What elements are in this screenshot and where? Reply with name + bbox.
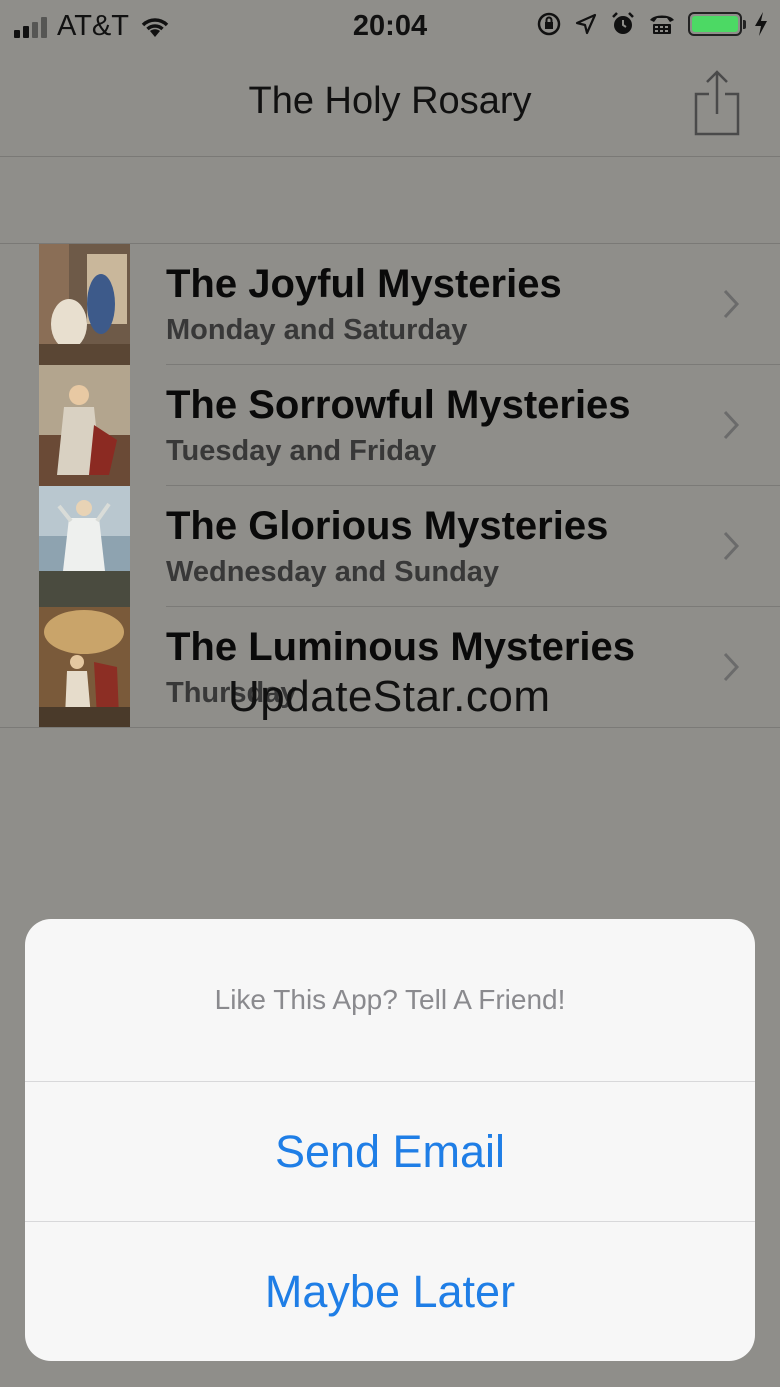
status-bar: AT&T 20:04 (0, 0, 780, 54)
watermark-text: UpdateStar.com (228, 672, 551, 721)
navigation-bar: The Holy Rosary (0, 54, 780, 157)
mystery-title: The Joyful Mysteries (166, 262, 562, 306)
mystery-days: Monday and Saturday (166, 314, 468, 346)
chevron-right-icon (723, 289, 740, 319)
orientation-lock-icon (537, 12, 561, 36)
sorrowful-mysteries-thumbnail (39, 365, 130, 486)
mystery-days: Tuesday and Friday (166, 435, 437, 467)
list-item-joyful[interactable]: The Joyful Mysteries Monday and Saturday (0, 244, 780, 365)
mystery-title: The Sorrowful Mysteries (166, 383, 631, 427)
mystery-days: Wednesday and Sunday (166, 556, 500, 588)
location-icon (575, 13, 597, 35)
action-sheet: Like This App? Tell A Friend! Send Email… (25, 919, 755, 1361)
luminous-mysteries-thumbnail (39, 607, 130, 728)
mystery-title: The Glorious Mysteries (166, 504, 609, 548)
charging-icon (755, 12, 767, 36)
tty-icon (650, 15, 674, 34)
joyful-mysteries-thumbnail (39, 244, 130, 365)
share-icon[interactable] (690, 68, 744, 138)
action-sheet-message: Like This App? Tell A Friend! (25, 919, 755, 1082)
battery-fill (692, 16, 738, 32)
alarm-icon (612, 12, 634, 34)
battery-icon (688, 12, 746, 36)
chevron-right-icon (723, 652, 740, 682)
row-separator (0, 727, 780, 728)
list-item-sorrowful[interactable]: The Sorrowful Mysteries Tuesday and Frid… (0, 365, 780, 486)
chevron-right-icon (723, 410, 740, 440)
list-item-glorious[interactable]: The Glorious Mysteries Wednesday and Sun… (0, 486, 780, 607)
status-right (536, 11, 768, 37)
glorious-mysteries-thumbnail (39, 486, 130, 607)
chevron-right-icon (723, 531, 740, 561)
mysteries-list: The Joyful Mysteries Monday and Saturday… (0, 243, 780, 728)
mystery-title: The Luminous Mysteries (166, 625, 635, 669)
page-title: The Holy Rosary (248, 80, 532, 122)
maybe-later-button[interactable]: Maybe Later (25, 1222, 755, 1361)
send-email-button[interactable]: Send Email (25, 1082, 755, 1222)
